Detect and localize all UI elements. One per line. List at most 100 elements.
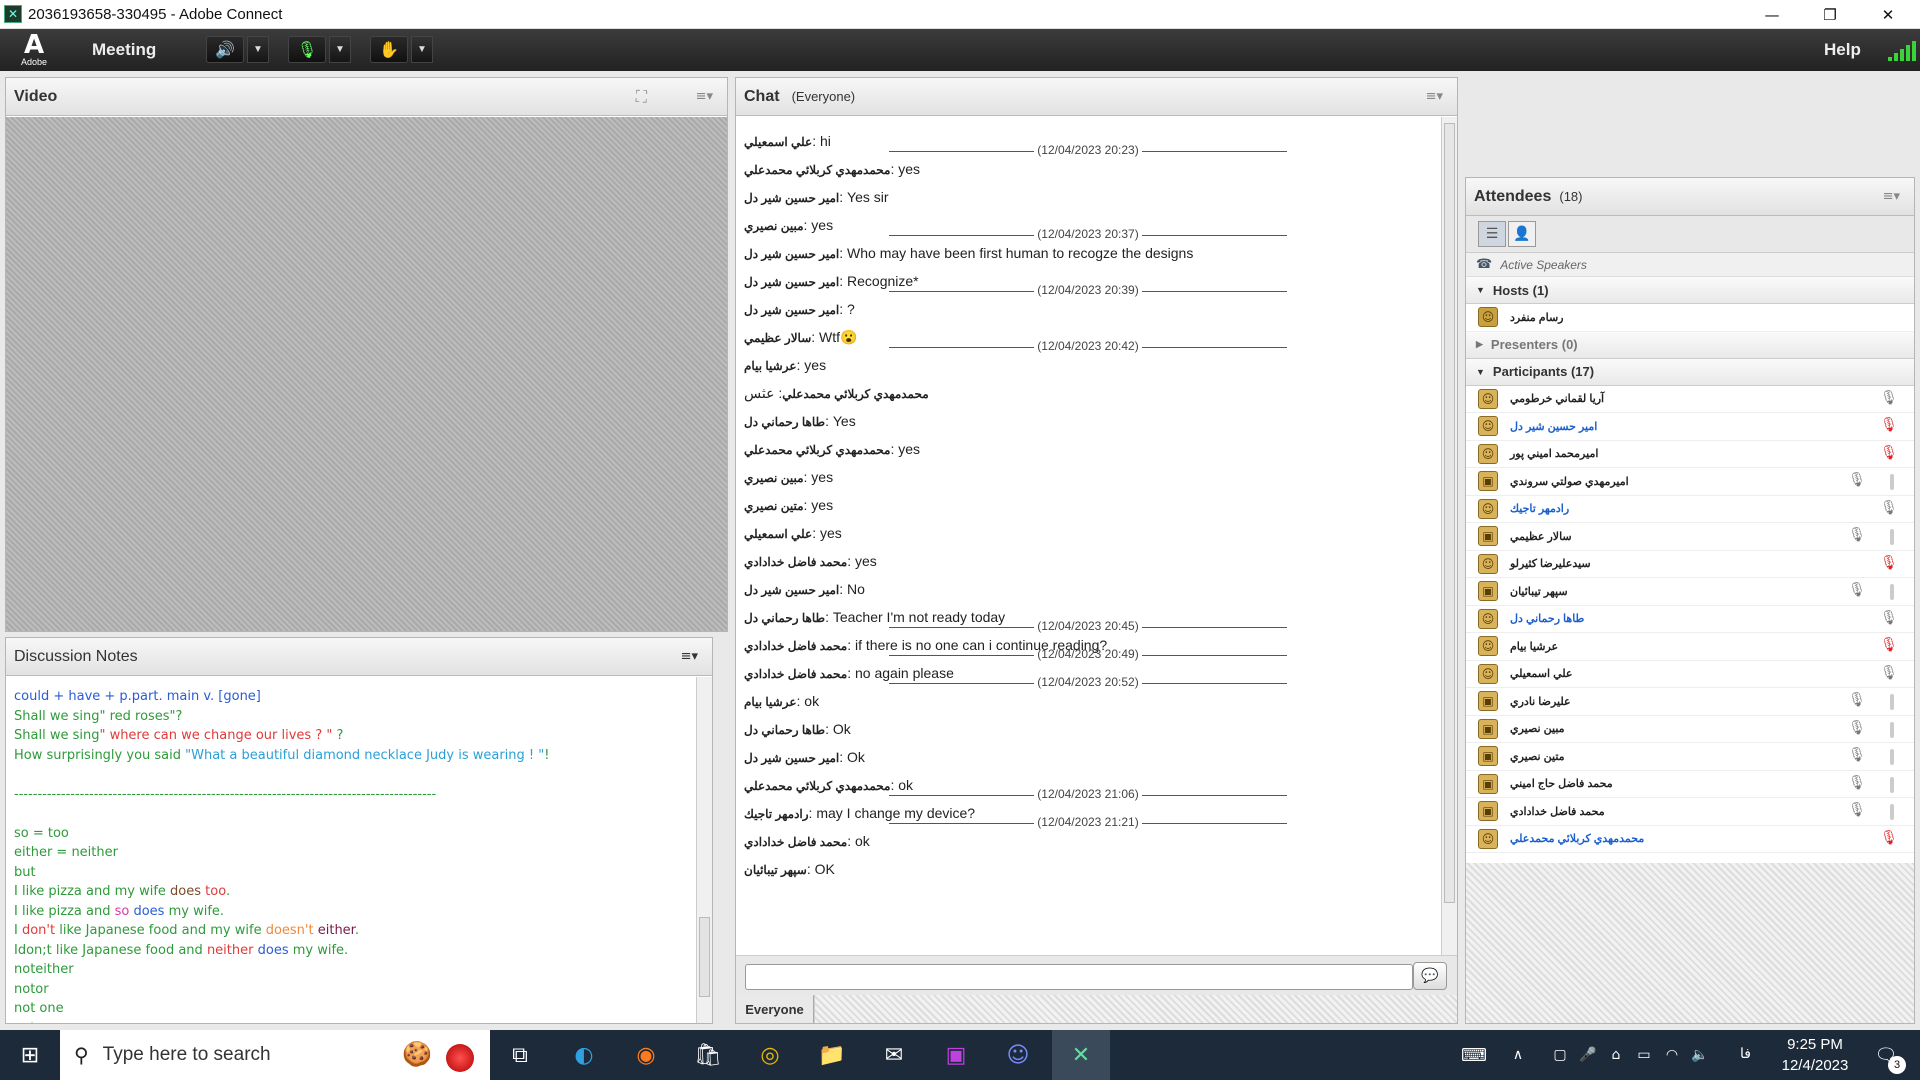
chat-sender-name: امير حسين شير دل [744,303,840,317]
status-dropdown[interactable]: ▼ [411,36,433,63]
participant-row[interactable]: ☺ سيدعليرضا كثيرلو 🎙 [1466,551,1914,578]
speaker-button[interactable]: 🔊 [206,36,244,63]
chat-message-text: : yes [803,497,834,513]
discord-icon[interactable]: ☺ [998,1038,1038,1072]
participant-row[interactable]: ▣ عليرضا نادري 🎙 [1466,688,1914,716]
microphone-dropdown[interactable]: ▼ [329,36,351,63]
chat-message-text: : hi [812,133,831,149]
participant-row[interactable]: ▣ سالار عظيمي 🎙 [1466,523,1914,551]
windows-start-icon[interactable]: ⊞ [10,1038,50,1072]
microphone-button[interactable]: 🎙 [288,36,326,63]
status-button[interactable]: ✋ [370,36,408,63]
firefox-icon[interactable]: ◉ [626,1038,666,1072]
attendee-name: رادمهر تاجيك [1510,503,1570,516]
notes-scrollbar[interactable] [696,677,712,1023]
participant-row[interactable]: ▣ اميرمهدي صولتي سروندي 🎙 [1466,468,1914,496]
notes-pod-title: Discussion Notes [14,647,138,665]
help-menu[interactable]: Help [1824,40,1861,60]
chrome-icon[interactable]: ◎ [750,1038,790,1072]
chat-tab-everyone[interactable]: Everyone [736,995,814,1023]
participant-row[interactable]: ☺ اميرمحمد اميني پور 🎙 [1466,441,1914,468]
participant-row[interactable]: ▣ مبين نصيري 🎙 [1466,716,1914,743]
chat-sender-name: امير حسين شير دل [744,247,840,261]
note-segment: noteither [14,962,74,977]
active-speakers-label: Active Speakers [1500,257,1587,272]
chat-scrollbar[interactable] [1441,117,1457,955]
chat-scroll-thumb[interactable] [1444,123,1455,903]
note-line: either = neither [14,843,711,863]
tray-chevron-icon[interactable]: ∧ [1508,1038,1528,1072]
minimize-button[interactable]: — [1743,0,1801,29]
note-segment: not one [14,1001,64,1016]
participant-row[interactable]: ☺ رادمهر تاجيك 🎙 [1466,496,1914,523]
task-view-icon[interactable]: ⧉ [500,1038,540,1072]
window-title: 2036193658-330495 - Adobe Connect [28,5,283,23]
clock[interactable]: 9:25 PM 12/4/2023 [1770,1034,1860,1076]
speaker-dropdown[interactable]: ▼ [247,36,269,63]
pod-menu-icon[interactable]: ≡▾ [1426,89,1443,104]
list-view-icon[interactable]: ☰ [1478,221,1506,247]
chat-message: مبين نصيري: yes [744,463,1434,491]
restore-button[interactable]: ❐ [1801,0,1859,29]
attendees-count: (18) [1559,189,1583,204]
chat-timestamp-text: (12/04/2023 21:06) [889,787,1287,801]
participant-row[interactable]: ▣ متين نصيري 🎙 [1466,743,1914,771]
keyboard-icon[interactable]: ⌨ [1454,1038,1494,1072]
note-line: How surprisingly you said "What a beauti… [14,746,711,766]
attendees-empty-area [1466,863,1914,1023]
participant-row[interactable]: ▣ سپهر تيبائيان 🎙 [1466,578,1914,606]
store-icon[interactable]: 🛍 [688,1038,728,1072]
wifi-icon[interactable]: ◠ [1662,1038,1682,1072]
taskbar-search[interactable]: ⚲ Type here to search 🍪 [60,1030,490,1080]
hosts-section-header[interactable]: ▼ Hosts (1) [1466,277,1914,304]
participant-row[interactable]: ☺ طاها رحماني دل 🎙 [1466,606,1914,633]
tray-app-icon[interactable]: ▢ [1550,1038,1570,1072]
chat-message-text: : yes [890,161,921,177]
pod-menu-icon[interactable]: ≡▾ [681,649,698,664]
grid-view-icon[interactable]: 👤 [1508,221,1536,247]
chat-input[interactable] [745,964,1413,990]
participants-section-header[interactable]: ▼ Participants (17) [1466,358,1914,386]
participant-row[interactable]: ☺ آريا لقماني خرطومي 🎙 [1466,386,1914,413]
adobe-connect-taskbar-icon[interactable]: ✕ [1052,1030,1110,1080]
chat-pod-title: Chat [744,87,780,105]
participant-icon: ☺ [1478,553,1498,574]
fullscreen-icon[interactable]: ⛶ [636,87,647,107]
notes-content[interactable]: could + have + p.part. main v. [gone] Sha… [6,677,711,1023]
participant-icon: ☺ [1478,663,1498,684]
file-explorer-icon[interactable]: 📁 [812,1038,852,1072]
chat-message-text: : Yes [825,413,856,429]
presenters-section-header[interactable]: ▶ Presenters (0) [1466,331,1914,359]
notes-scroll-thumb[interactable] [699,917,710,997]
microphone-muted-icon: 🎙 [1880,829,1898,846]
participant-row[interactable]: ☺ محمدمهدي كربلائي محمدعلي 🎙 [1466,826,1914,853]
participant-row[interactable]: ▣ محمد فاضل خدادادي 🎙 [1466,798,1914,826]
adobe-logo-text: Adobe [20,57,48,67]
pod-menu-icon[interactable]: ≡▾ [1883,189,1900,204]
chat-message: محمدمهدي كربلائي محمدعلي: yes [744,435,1434,463]
close-button[interactable]: ✕ [1859,0,1917,29]
meeting-menu[interactable]: Meeting [92,40,156,60]
note-line: but [14,863,711,883]
attendees-pod-title: Attendees [1474,187,1552,205]
tray-network-icon[interactable]: ⌂ [1606,1038,1626,1072]
participant-row[interactable]: ☺ عرشيا بيام 🎙 [1466,633,1914,661]
edge-browser-icon[interactable]: ◐ [564,1038,604,1072]
chat-sender-name: محمد فاضل خدادادي [744,555,848,569]
microphone-icon: 🎙 [1848,719,1866,736]
tray-battery-icon[interactable]: ▭ [1634,1038,1654,1072]
language-indicator[interactable]: فا [1740,1045,1751,1062]
volume-icon[interactable]: 🔈 [1690,1038,1710,1072]
mail-icon[interactable]: ✉ [874,1038,914,1072]
microphone-icon: 🎙 [1848,802,1866,818]
phpstorm-icon[interactable]: ▣ [936,1038,976,1072]
participant-row[interactable]: ☺ علي اسمعيلي 🎙 [1466,661,1914,688]
attendee-name: عرشيا بيام [1510,640,1559,653]
participant-webcam-icon: ▣ [1478,581,1498,602]
host-row[interactable]: ☺ رسام منفرد [1466,304,1914,332]
participant-row[interactable]: ☺ امير حسين شير دل 🎙 [1466,413,1914,441]
send-message-button[interactable]: 💬 [1413,962,1447,990]
pod-menu-icon[interactable]: ≡▾ [696,89,713,104]
tray-microphone-icon[interactable]: 🎤 [1578,1038,1598,1072]
participant-row[interactable]: ▣ محمد فاضل حاج اميني 🎙 [1466,771,1914,798]
